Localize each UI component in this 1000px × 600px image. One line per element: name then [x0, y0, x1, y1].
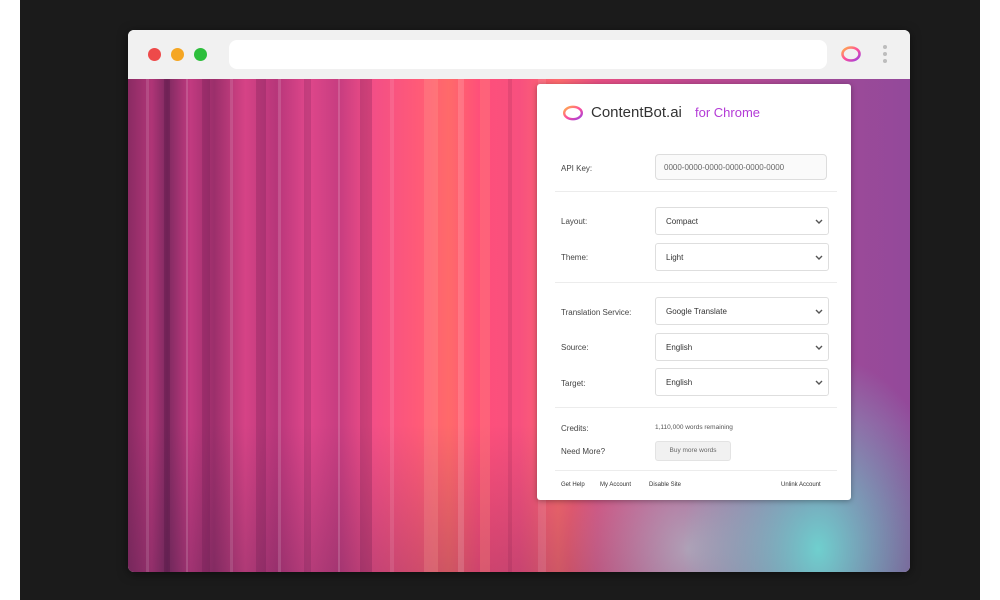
browser-titlebar	[128, 30, 910, 79]
target-select[interactable]: English	[655, 368, 829, 396]
address-bar[interactable]	[229, 40, 827, 69]
translation-service-select[interactable]: Google Translate	[655, 297, 829, 325]
chevron-down-icon	[815, 309, 823, 314]
layout-select[interactable]: Compact	[655, 207, 829, 235]
unlink-account-link[interactable]: Unlink Account	[781, 482, 821, 488]
contentbot-popup-panel: ContentBot.ai for Chrome API Key: Layout…	[537, 84, 851, 500]
divider	[555, 470, 837, 471]
api-key-label: API Key:	[561, 164, 593, 173]
layout-value: Compact	[666, 217, 699, 226]
divider	[555, 407, 837, 408]
minimize-window-button[interactable]	[171, 48, 184, 61]
contentbot-extension-icon[interactable]	[840, 45, 862, 63]
credits-label: Credits:	[561, 424, 589, 433]
credits-remaining: 1,110,000 words remaining	[655, 424, 733, 431]
chevron-down-icon	[815, 380, 823, 385]
brand-subtitle: for Chrome	[695, 105, 761, 120]
layout-label: Layout:	[561, 217, 588, 226]
get-help-link[interactable]: Get Help	[561, 482, 585, 488]
divider	[555, 282, 837, 283]
theme-value: Light	[666, 253, 684, 262]
browser-menu-icon[interactable]	[880, 42, 890, 68]
translation-service-label: Translation Service:	[561, 308, 632, 317]
target-label: Target:	[561, 379, 586, 388]
buy-more-words-button[interactable]: Buy more words	[655, 441, 731, 461]
disable-site-link[interactable]: Disable Site	[649, 482, 681, 488]
api-key-input[interactable]	[655, 154, 827, 180]
divider	[555, 191, 837, 192]
my-account-link[interactable]: My Account	[600, 482, 631, 488]
chevron-down-icon	[815, 219, 823, 224]
theme-label: Theme:	[561, 253, 589, 262]
source-label: Source:	[561, 343, 589, 352]
source-value: English	[666, 343, 693, 352]
brand-name: ContentBot.ai	[591, 104, 682, 121]
source-select[interactable]: English	[655, 333, 829, 361]
target-value: English	[666, 378, 693, 387]
theme-select[interactable]: Light	[655, 243, 829, 271]
maximize-window-button[interactable]	[194, 48, 207, 61]
contentbot-logo-icon	[562, 105, 584, 121]
close-window-button[interactable]	[148, 48, 161, 61]
chevron-down-icon	[815, 255, 823, 260]
translation-service-value: Google Translate	[666, 307, 727, 316]
need-more-label: Need More?	[561, 447, 606, 456]
chevron-down-icon	[815, 345, 823, 350]
dark-backdrop: ContentBot.ai for Chrome API Key: Layout…	[20, 0, 980, 600]
